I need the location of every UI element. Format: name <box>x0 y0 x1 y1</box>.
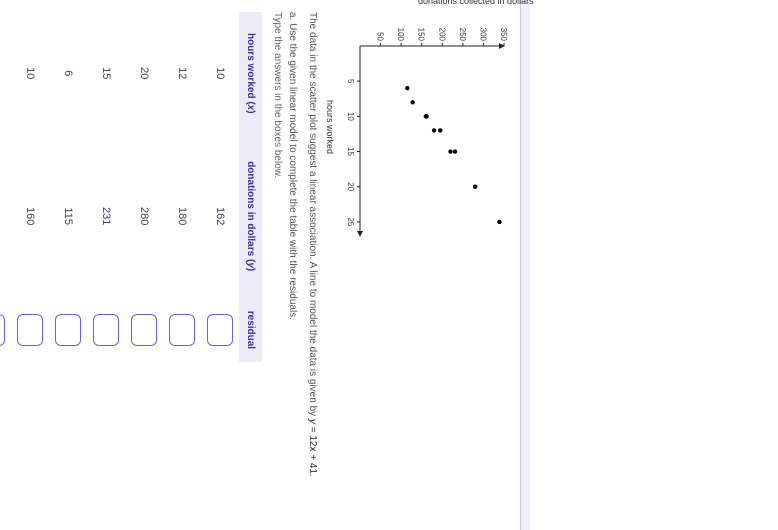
cell-donations: 195 <box>0 135 11 298</box>
table-header-x: hours worked (x) <box>239 12 262 135</box>
cell-donations: 180 <box>163 135 201 298</box>
table-row: 10160 <box>11 12 49 362</box>
scatter-plot: donations collected in dollars 501001502… <box>325 12 510 242</box>
scatter-plot-svg: 50 100 150 200 250 300 350 5 10 15 20 25 <box>340 12 510 242</box>
x-tick-label: 20 <box>346 182 355 191</box>
top-border-bar <box>520 0 530 530</box>
cell-residual <box>201 298 239 362</box>
cell-donations: 162 <box>201 135 239 298</box>
y-tick-label: 200 <box>437 28 446 42</box>
cell-residual <box>163 298 201 362</box>
y-tick-label: 50 <box>376 32 385 41</box>
cell-donations: 280 <box>125 135 163 298</box>
table-row: 12195 <box>0 12 11 362</box>
table-row: 10162 <box>201 12 239 362</box>
y-tick-label: 100 <box>396 28 405 42</box>
equation-rhs: 12x + 41 <box>307 435 318 474</box>
residual-input[interactable] <box>131 314 157 346</box>
cell-donations: 231 <box>87 135 125 298</box>
cell-residual <box>87 298 125 362</box>
residual-input[interactable] <box>0 314 5 346</box>
cell-hours: 10 <box>11 12 49 135</box>
y-tick-label: 350 <box>499 28 508 42</box>
th-y-pre: donations in dollars ( <box>245 161 256 262</box>
y-tick-label: 300 <box>478 28 487 42</box>
cell-hours: 15 <box>87 12 125 135</box>
residual-input[interactable] <box>17 314 43 346</box>
data-table: hours worked (x) donations in dollars (y… <box>0 12 262 362</box>
x-tick-label: 25 <box>346 217 355 226</box>
y-tick-label: 250 <box>458 28 467 42</box>
cell-hours: 20 <box>125 12 163 135</box>
cell-donations: 115 <box>49 135 87 298</box>
cell-hours: 10 <box>201 12 239 135</box>
y-tick-label: 150 <box>417 28 426 42</box>
cell-residual <box>49 298 87 362</box>
cell-residual <box>11 298 49 362</box>
cell-hours: 12 <box>0 12 11 135</box>
th-x-post: ) <box>245 110 256 113</box>
equation-eq: = <box>307 424 318 435</box>
cell-donations: 160 <box>11 135 49 298</box>
residual-input[interactable] <box>93 314 119 346</box>
cell-hours: 12 <box>163 12 201 135</box>
x-tick-label: 10 <box>346 112 355 121</box>
chart-y-axis-label: donations collected in dollars <box>418 0 534 6</box>
x-tick-label: 15 <box>346 147 355 156</box>
th-x-pre: hours worked ( <box>245 33 256 105</box>
residual-input[interactable] <box>55 314 81 346</box>
table-header-y: donations in dollars (y) <box>239 135 262 298</box>
cell-hours: 6 <box>49 12 87 135</box>
intro-tail: . <box>307 474 318 477</box>
table-row: 6115 <box>49 12 87 362</box>
chart-x-axis-label: hours worked <box>325 12 335 242</box>
residual-input[interactable] <box>207 314 233 346</box>
part-a-text: a. Use the given linear model to complet… <box>286 12 300 518</box>
table-row: 15231 <box>87 12 125 362</box>
table-header-residual: residual <box>239 298 262 362</box>
x-tick-label: 5 <box>346 79 355 84</box>
intro-paragraph: The data in the scatter plot suggest a l… <box>306 12 320 518</box>
exercise-content: donations collected in dollars 501001502… <box>0 12 510 518</box>
residual-input[interactable] <box>169 314 195 346</box>
instructions-text: Type the answers in the boxes below. <box>272 12 283 518</box>
th-y-post: ) <box>245 268 256 271</box>
table-row: 20280 <box>125 12 163 362</box>
intro-text: The data in the scatter plot suggest a l… <box>307 12 318 419</box>
cell-residual <box>125 298 163 362</box>
cell-residual <box>0 298 11 362</box>
table-row: 12180 <box>163 12 201 362</box>
